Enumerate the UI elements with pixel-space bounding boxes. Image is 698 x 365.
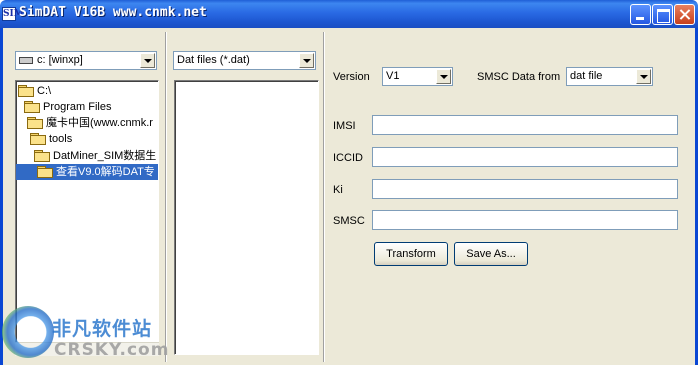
panel-divider-right [323, 32, 325, 362]
version-select[interactable]: V1 [382, 67, 453, 86]
tree-item-label: tools [49, 133, 73, 145]
ki-label: Ki [333, 184, 343, 196]
version-label: Version [333, 71, 370, 83]
tree-item-tools[interactable]: tools [30, 131, 72, 147]
transform-button[interactable]: Transform [374, 242, 448, 266]
drive-select[interactable]: c: [winxp] [15, 51, 157, 70]
folder-open-icon [30, 132, 46, 145]
chevron-down-icon[interactable] [140, 53, 155, 68]
title-bar[interactable]: SIM SimDAT V16B www.cnmk.net [0, 0, 698, 28]
tree-item-label: DatMiner_SIM数据生 [53, 150, 157, 162]
drive-icon [19, 57, 33, 64]
save-as-button[interactable]: Save As... [454, 242, 528, 266]
imsi-field[interactable] [372, 115, 678, 135]
smsc-field[interactable] [372, 210, 678, 230]
drive-select-value: c: [winxp] [37, 54, 83, 66]
ki-field[interactable] [372, 179, 678, 199]
imsi-label: IMSI [333, 120, 356, 132]
folder-open-icon [37, 165, 53, 178]
folder-open-icon [27, 116, 43, 129]
file-list[interactable] [174, 80, 319, 355]
folder-tree[interactable]: C:\ Program Files 魔卡中国(www.cnmk.r tools … [15, 80, 159, 356]
iccid-label: ICCID [333, 152, 363, 164]
smsc-label: SMSC [333, 215, 365, 227]
tree-item-cnmk[interactable]: 魔卡中国(www.cnmk.r [27, 115, 153, 131]
window-title: SimDAT V16B www.cnmk.net [19, 5, 207, 20]
tree-item-datminer[interactable]: DatMiner_SIM数据生 [34, 148, 156, 164]
smsc-source-label: SMSC Data from [477, 71, 561, 83]
smsc-source-select[interactable]: dat file [566, 67, 653, 86]
app-icon[interactable]: SIM [2, 7, 24, 21]
file-filter-value: Dat files (*.dat) [177, 54, 250, 66]
tree-item-selected[interactable]: 查看V9.0解码DAT专 [16, 164, 158, 180]
file-filter-select[interactable]: Dat files (*.dat) [173, 51, 316, 70]
tree-item-label: C:\ [37, 85, 52, 97]
maximize-button[interactable] [652, 4, 673, 25]
minimize-button[interactable] [630, 4, 651, 25]
iccid-field[interactable] [372, 147, 678, 167]
tree-item-program-files[interactable]: Program Files [24, 99, 111, 115]
tree-item-label: Program Files [43, 101, 112, 113]
panel-divider-left [165, 32, 167, 362]
chevron-down-icon[interactable] [636, 69, 651, 84]
tree-horizontal-scrollbar[interactable] [15, 342, 159, 356]
close-button[interactable] [674, 4, 695, 25]
folder-open-icon [24, 100, 40, 113]
folder-open-icon [18, 84, 34, 97]
tree-item-root[interactable]: C:\ [18, 83, 51, 99]
tree-item-label: 魔卡中国(www.cnmk.r [46, 117, 153, 129]
smsc-source-value: dat file [570, 70, 603, 82]
tree-item-label: 查看V9.0解码DAT专 [56, 166, 155, 178]
folder-open-icon [34, 149, 50, 162]
chevron-down-icon[interactable] [299, 53, 314, 68]
version-select-value: V1 [386, 70, 400, 82]
chevron-down-icon[interactable] [436, 69, 451, 84]
